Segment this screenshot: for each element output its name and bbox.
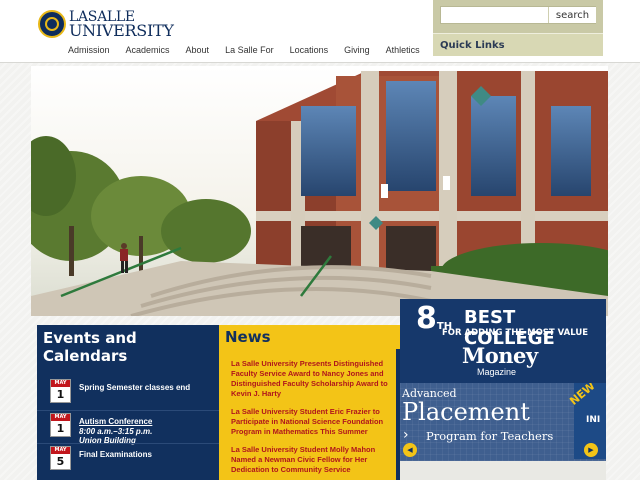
search-field-wrap: search: [440, 6, 596, 24]
hero-illustration: [31, 66, 608, 316]
nav-admission[interactable]: Admission: [60, 45, 118, 55]
logo-line2: UNIVERSITY: [69, 21, 174, 40]
event-month: MAY: [51, 380, 70, 387]
ap-line2: Placement: [402, 398, 530, 426]
events-title[interactable]: Events and Calendars: [43, 329, 215, 365]
list-item[interactable]: MAY 1 Spring Semester classes end: [37, 377, 219, 410]
news-item-link[interactable]: La Salle University Student Molly Mahon …: [231, 445, 391, 475]
calendar-icon: MAY 5: [50, 446, 71, 470]
chevron-right-icon: ▶: [588, 446, 594, 454]
news-item-link[interactable]: La Salle University Presents Distinguish…: [231, 359, 391, 399]
nav-about[interactable]: About: [178, 45, 218, 55]
event-title: Final Examinations: [79, 450, 152, 459]
search-input[interactable]: [442, 8, 545, 22]
nav-academics[interactable]: Academics: [118, 45, 178, 55]
event-title: Spring Semester classes end: [79, 383, 191, 392]
ap-teachers-banner[interactable]: Advanced Placement › Program for Teacher…: [400, 383, 606, 461]
search-button[interactable]: search: [548, 7, 596, 23]
event-month: MAY: [51, 414, 70, 421]
news-inner: La Salle University Presents Distinguish…: [222, 349, 396, 480]
seal-icon: [38, 10, 66, 38]
university-logo[interactable]: LASALLE UNIVERSITY: [38, 8, 174, 40]
money-logo-sub: Magazine: [477, 367, 517, 377]
nav-giving[interactable]: Giving: [336, 45, 378, 55]
quick-links-label: Quick Links: [440, 40, 505, 51]
banner-cut-text: INI: [586, 415, 601, 425]
event-month: MAY: [51, 447, 70, 454]
nav-la-salle-for[interactable]: La Salle For: [217, 45, 282, 55]
site-header: LASALLE UNIVERSITY Admission Academics A…: [0, 0, 640, 63]
event-day: 5: [56, 455, 65, 468]
logo-wordmark: LASALLE UNIVERSITY: [69, 10, 174, 40]
events-list: MAY 1 Spring Semester classes end MAY 1 …: [37, 377, 219, 476]
promo-subline: FOR ADDING THE MOST VALUE: [442, 328, 589, 338]
event-day: 1: [56, 388, 65, 401]
list-item[interactable]: MAY 5 Final Examinations: [37, 443, 219, 476]
event-time: 8:00 a.m.–3:15 p.m.: [79, 427, 153, 436]
carousel-prev-button[interactable]: ◀: [403, 443, 417, 457]
rank-value: 8: [416, 301, 437, 336]
news-list: La Salle University Presents Distinguish…: [222, 349, 400, 480]
quick-links-toggle[interactable]: Quick Links: [433, 33, 603, 56]
promo-footer-strip: [400, 461, 606, 480]
main-nav: Admission Academics About La Salle For L…: [60, 45, 481, 55]
calendar-icon: MAY 1: [50, 413, 71, 437]
money-logo: Money: [462, 343, 538, 368]
nav-athletics[interactable]: Athletics: [378, 45, 428, 55]
news-title[interactable]: News: [225, 328, 271, 346]
list-item[interactable]: MAY 1 Autism Conference 8:00 a.m.–3:15 p…: [37, 410, 219, 445]
event-day: 1: [56, 422, 65, 435]
calendar-icon: MAY 1: [50, 379, 71, 403]
news-panel: News La Salle University Presents Distin…: [219, 325, 400, 480]
hero-campus-photo[interactable]: [31, 66, 608, 316]
ap-line3: Program for Teachers: [426, 429, 554, 443]
events-panel: Events and Calendars MAY 1 Spring Semest…: [37, 325, 219, 480]
carousel-next-button[interactable]: ▶: [584, 443, 598, 457]
event-title-link[interactable]: Autism Conference: [79, 417, 217, 426]
nav-locations[interactable]: Locations: [282, 45, 337, 55]
arrow-right-icon: ›: [403, 427, 409, 443]
chevron-left-icon: ◀: [407, 446, 413, 454]
news-item-link[interactable]: La Salle University Student Eric Frazier…: [231, 407, 391, 437]
